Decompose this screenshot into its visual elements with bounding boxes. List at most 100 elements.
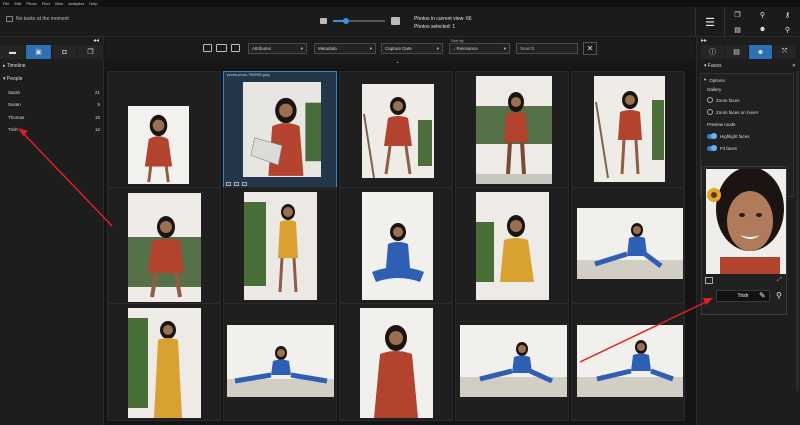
chevron-down-icon: ▾ (503, 45, 506, 51)
person-item-trish[interactable]: Trish 12 (8, 127, 100, 132)
left-panel-tabs: ▬ ▣ ◘ ❐ (0, 45, 104, 59)
zoom-faces-label: Zoom faces (716, 97, 740, 103)
person-item-susan[interactable]: Susan 5 (8, 102, 100, 107)
chevron-down-icon: ▾ (436, 45, 439, 51)
thumbnail-size-control (320, 17, 400, 25)
task-status-text: No tasks at the moment (16, 16, 69, 22)
right-panel: ▸▸ ⓘ ▤ ☻ ⤧ ▾ Faces ✕ ▾ Options Gallery Z… (696, 37, 800, 425)
photo-thumbnail[interactable] (571, 187, 685, 305)
albums-icon[interactable]: ❐ (78, 45, 104, 59)
photo-thumbnail[interactable] (107, 187, 221, 305)
top-toolbar: No tasks at the moment Photos in current… (0, 7, 800, 37)
photo-thumbnail[interactable] (339, 71, 453, 189)
photo-thumbnail[interactable] (339, 187, 453, 305)
menu-bar: File Edit Photo Find View Analytics Help (0, 0, 800, 7)
capture-date-label: Capture Date (385, 46, 412, 51)
small-image-icon[interactable] (320, 18, 327, 24)
location-pin-icon[interactable]: ⚲ (750, 7, 775, 22)
menu-find[interactable]: Find (42, 1, 50, 6)
menu-view[interactable]: View (55, 1, 64, 6)
sort-dropdown[interactable]: ↓ Relevance ▾ (449, 43, 510, 54)
label-icon[interactable]: ◘ (52, 45, 78, 59)
metadata-dropdown[interactable]: Metadata ▾ (314, 43, 376, 54)
view-wide-icon[interactable] (216, 44, 227, 52)
person-icon[interactable]: ☻ (749, 45, 773, 59)
menu-edit[interactable]: Edit (14, 1, 21, 6)
photo-thumbnail-selected[interactable]: pexels-photo-7559983.jpeg (223, 71, 337, 189)
zoom-on-hover-option[interactable]: Zoom faces on hover (707, 109, 758, 115)
expand-right-icon[interactable]: ▸▸ (701, 37, 707, 44)
photo-badges (226, 182, 247, 186)
photo-thumbnail[interactable] (571, 71, 685, 189)
photo-thumbnail[interactable] (455, 71, 569, 189)
person-name: Trish (8, 127, 18, 132)
image-edit-icon[interactable]: ▤ (725, 22, 750, 37)
person-count: 12 (94, 127, 100, 132)
faces-label: Faces (707, 63, 722, 69)
zoom-faces-option[interactable]: Zoom faces (707, 97, 740, 103)
right-panel-scrollbar[interactable] (796, 71, 799, 391)
photo-thumbnail[interactable] (571, 303, 685, 421)
large-image-icon[interactable] (391, 17, 400, 25)
view-small-icon[interactable] (203, 44, 212, 52)
timeline-section[interactable]: ▸ Timeline (3, 63, 26, 69)
info-icon[interactable]: ⓘ (701, 45, 725, 59)
search-pin-icon[interactable]: ⚲ (775, 22, 800, 37)
person-item-thomas[interactable]: Thomas 15 (8, 115, 100, 120)
faces-title[interactable]: ▾ Faces (704, 63, 722, 69)
details-icon[interactable]: ▤ (725, 45, 749, 59)
key-icon[interactable]: ⚷ (775, 7, 800, 22)
photo-thumbnail[interactable] (107, 71, 221, 189)
sort-value: ↓ Relevance (453, 46, 478, 51)
attributes-label: Attributes (252, 46, 272, 51)
photo-thumbnail[interactable] (455, 303, 569, 421)
zoom-faces-radio[interactable] (707, 97, 713, 103)
chevron-down-icon: ▾ (369, 45, 372, 51)
slider-knob[interactable] (343, 18, 349, 24)
capture-date-dropdown[interactable]: Capture Date ▾ (381, 43, 443, 54)
view-detail-icon[interactable] (231, 44, 240, 52)
pencil-icon[interactable]: ✎ (759, 291, 766, 300)
options-label: Options (709, 77, 725, 83)
chevron-down-icon: ▾ (300, 45, 303, 51)
left-panel: ◂◂ ▬ ▣ ◘ ❐ ▸ Timeline ▾ People Sarah 21 … (0, 37, 104, 425)
fit-faces-option[interactable]: Fit faces (707, 145, 737, 151)
edit-list-icon[interactable]: ☰ (695, 7, 724, 37)
copy-icon[interactable]: ❐ (725, 7, 750, 22)
folder-icon[interactable]: ▬ (0, 45, 26, 59)
photo-thumbnail[interactable] (223, 303, 337, 421)
clear-filters-button[interactable]: ✕ (583, 42, 597, 55)
photo-thumbnail[interactable] (455, 187, 569, 305)
menu-analytics[interactable]: Analytics (68, 1, 84, 6)
close-icon[interactable]: ✕ (792, 63, 796, 69)
thumbnail-size-slider[interactable] (333, 18, 385, 24)
expand-icon[interactable]: ⤧ (773, 45, 797, 59)
person-name: Thomas (8, 115, 25, 120)
magnify-icon[interactable]: ⚲ (776, 291, 782, 300)
menu-file[interactable]: File (3, 1, 9, 6)
highlight-faces-toggle[interactable] (707, 133, 717, 139)
fit-faces-toggle[interactable] (707, 145, 717, 151)
person-item-sarah[interactable]: Sarah 21 (8, 90, 100, 95)
options-toggle[interactable]: ▾ Options (704, 77, 725, 83)
collapse-left-icon[interactable]: ◂◂ (93, 37, 99, 44)
search-input[interactable]: Search (516, 43, 578, 54)
highlight-faces-option[interactable]: Highlight faces (707, 133, 750, 139)
face-crop[interactable] (706, 169, 786, 274)
face-card: ⤢ Trish ✎ ⚲ (701, 166, 787, 315)
chevron-up-icon[interactable]: ⌃ (395, 61, 400, 68)
people-calendar-icon[interactable]: ▣ (26, 45, 52, 59)
tasks-icon (6, 16, 13, 22)
menu-photo[interactable]: Photo (26, 1, 36, 6)
image-icon[interactable] (705, 277, 713, 284)
zoom-on-hover-radio[interactable] (707, 109, 713, 115)
photo-thumbnail[interactable] (339, 303, 453, 421)
people-label: People (6, 76, 23, 82)
attributes-dropdown[interactable]: Attributes ▾ (248, 43, 307, 54)
menu-help[interactable]: Help (89, 1, 97, 6)
people-icon[interactable]: ☻ (750, 22, 775, 37)
fullscreen-icon[interactable]: ⤢ (777, 277, 782, 284)
photo-thumbnail[interactable] (107, 303, 221, 421)
people-section[interactable]: ▾ People (3, 76, 22, 82)
photo-thumbnail[interactable] (223, 187, 337, 305)
